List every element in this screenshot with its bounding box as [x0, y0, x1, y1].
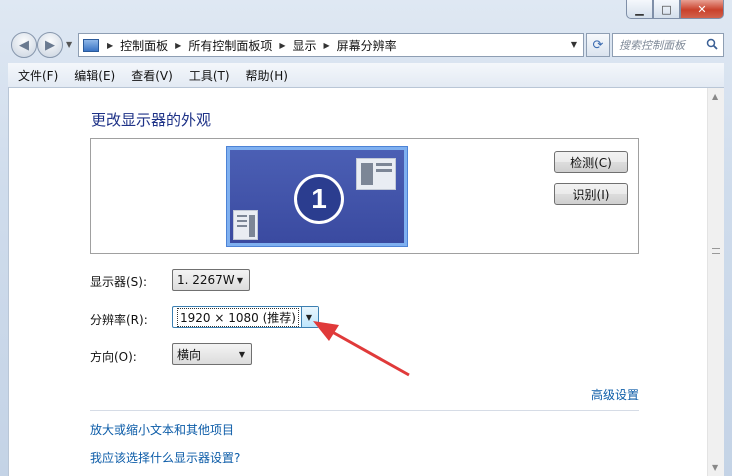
display-help-link[interactable]: 我应该选择什么显示器设置?: [90, 449, 240, 466]
scroll-grip[interactable]: [712, 248, 720, 254]
menu-view[interactable]: 查看(V): [123, 67, 181, 84]
chevron-right-icon[interactable]: ▶: [279, 41, 285, 50]
scroll-up-icon[interactable]: ▲: [712, 92, 718, 101]
window-thumbnail-icon: [233, 210, 258, 240]
window-thumbnail-icon: [356, 158, 396, 190]
breadcrumb-item[interactable]: 显示: [293, 37, 317, 54]
chevron-down-icon: ▼: [238, 350, 245, 359]
content-pane: ▲ ▼ 更改显示器的外观 1 检测(C) 识别(I) 显示器(S): 1. 22…: [8, 88, 724, 476]
menu-bar: 文件(F) 编辑(E) 查看(V) 工具(T) 帮助(H): [8, 63, 724, 88]
search-input[interactable]: 搜索控制面板: [612, 33, 724, 57]
detect-button[interactable]: 检测(C): [554, 151, 628, 173]
search-placeholder: 搜索控制面板: [619, 39, 685, 52]
breadcrumb-item[interactable]: 屏幕分辨率: [337, 37, 397, 54]
display-select[interactable]: 1. 2267W ▼: [172, 269, 250, 291]
orientation-select[interactable]: 横向 ▼: [172, 343, 252, 365]
control-panel-icon: [83, 38, 99, 52]
divider: [90, 410, 639, 411]
chevron-right-icon[interactable]: ▶: [324, 41, 330, 50]
resolution-label: 分辨率(R):: [90, 313, 148, 327]
chevron-right-icon[interactable]: ▶: [107, 41, 113, 50]
chevron-down-icon[interactable]: ▼: [571, 40, 577, 49]
orientation-value: 横向: [177, 347, 202, 362]
recent-pages-dropdown-icon[interactable]: ▼: [66, 40, 72, 49]
menu-help[interactable]: 帮助(H): [238, 67, 296, 84]
advanced-settings-link[interactable]: 高级设置: [591, 386, 639, 403]
text-size-link[interactable]: 放大或缩小文本和其他项目: [90, 421, 234, 438]
refresh-button[interactable]: ⟳: [586, 33, 610, 57]
forward-button[interactable]: ▶: [37, 32, 63, 58]
navigation-row: ◀ ▶ ▼ ▶ 控制面板 ▶ 所有控制面板项 ▶ 显示 ▶ 屏幕分辨率 ▼ ⟳ …: [8, 32, 724, 58]
breadcrumb-item[interactable]: 控制面板: [120, 37, 168, 54]
chevron-down-icon: ▼: [236, 276, 243, 285]
display-value: 1. 2267W: [177, 273, 235, 287]
vertical-scrollbar[interactable]: ▲ ▼: [707, 88, 724, 476]
identify-button[interactable]: 识别(I): [554, 183, 628, 205]
maximize-button[interactable]: □: [653, 0, 680, 19]
monitor-panel: 1 检测(C) 识别(I): [90, 138, 639, 254]
chevron-right-icon[interactable]: ▶: [175, 41, 181, 50]
scroll-down-icon[interactable]: ▼: [712, 463, 718, 472]
close-button[interactable]: ✕: [680, 0, 724, 19]
search-icon[interactable]: [706, 38, 718, 50]
display-label: 显示器(S):: [90, 275, 148, 289]
address-bar[interactable]: ▶ 控制面板 ▶ 所有控制面板项 ▶ 显示 ▶ 屏幕分辨率 ▼: [78, 33, 584, 57]
menu-file[interactable]: 文件(F): [10, 67, 66, 84]
page-title: 更改显示器的外观: [91, 111, 212, 129]
resolution-value: 1920 × 1080 (推荐): [177, 307, 299, 327]
monitor-preview[interactable]: 1: [227, 147, 407, 246]
annotation-arrow: [313, 321, 410, 377]
menu-edit[interactable]: 编辑(E): [66, 67, 123, 84]
minimize-button[interactable]: ▁: [626, 0, 653, 19]
menu-tools[interactable]: 工具(T): [181, 67, 238, 84]
caption-buttons: ▁ □ ✕: [626, 0, 724, 19]
breadcrumb-item[interactable]: 所有控制面板项: [188, 37, 272, 54]
resolution-select[interactable]: 1920 × 1080 (推荐) ▼: [172, 306, 319, 328]
orientation-label: 方向(O):: [90, 350, 137, 364]
back-button[interactable]: ◀: [11, 32, 37, 58]
monitor-number-badge: 1: [294, 174, 344, 224]
window-frame: ▁ □ ✕ ◀ ▶ ▼ ▶ 控制面板 ▶ 所有控制面板项 ▶ 显示 ▶ 屏幕分辨…: [0, 0, 732, 476]
